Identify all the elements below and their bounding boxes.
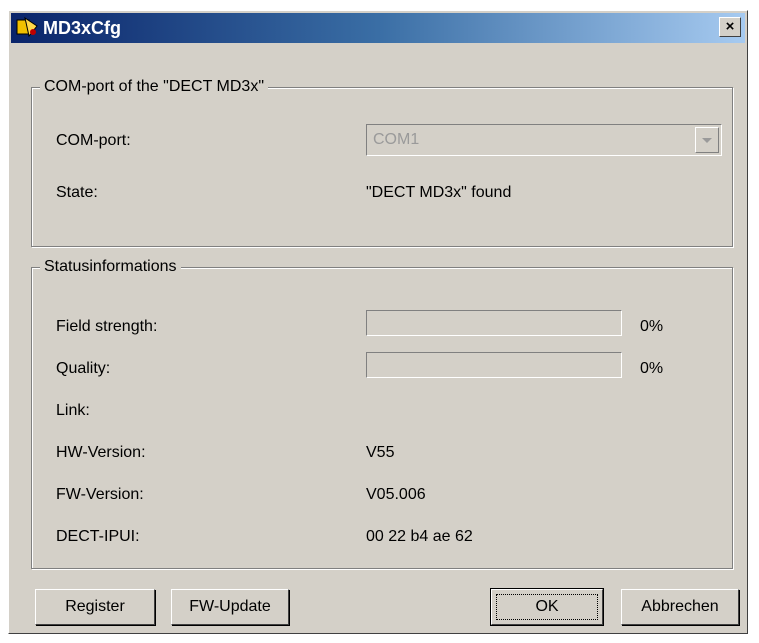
focus-rect xyxy=(496,594,598,620)
fw-update-button-label: FW-Update xyxy=(189,598,271,615)
register-button-label: Register xyxy=(65,598,125,615)
status-group: Statusinformations Field strength: 0% Qu… xyxy=(31,258,733,569)
cancel-button[interactable]: Abbrechen xyxy=(621,589,739,625)
title-bar[interactable]: MD3xCfg × xyxy=(11,13,745,43)
quality-bar xyxy=(366,352,622,378)
com-port-group: COM-port of the "DECT MD3x" COM-port: CO… xyxy=(31,78,733,247)
hw-version-value: V55 xyxy=(366,444,395,461)
link-label: Link: xyxy=(56,402,90,419)
com-port-value: COM1 xyxy=(373,131,420,148)
cancel-button-label: Abbrechen xyxy=(641,598,719,615)
com-port-label: COM-port: xyxy=(56,132,131,149)
ipui-label: DECT-IPUI: xyxy=(56,528,140,545)
com-port-select[interactable]: COM1 xyxy=(366,124,722,156)
field-strength-value: 0% xyxy=(640,318,664,335)
fw-version-label: FW-Version: xyxy=(56,486,144,503)
state-label: State: xyxy=(56,184,98,201)
field-strength-bar xyxy=(366,310,622,336)
close-icon: × xyxy=(725,18,735,35)
ok-button[interactable]: OK xyxy=(490,588,604,626)
com-port-group-title: COM-port of the "DECT MD3x" xyxy=(40,78,268,96)
chevron-down-icon[interactable] xyxy=(695,127,719,153)
dialog-window: MD3xCfg × COM-port of the "DECT MD3x" CO… xyxy=(8,10,748,634)
fw-version-value: V05.006 xyxy=(366,486,426,503)
status-group-title: Statusinformations xyxy=(40,258,181,276)
window-title: MD3xCfg xyxy=(43,18,122,38)
fw-update-button[interactable]: FW-Update xyxy=(171,589,289,625)
quality-value: 0% xyxy=(640,360,664,377)
ipui-value: 00 22 b4 ae 62 xyxy=(366,528,473,545)
quality-label: Quality: xyxy=(56,360,111,377)
hw-version-label: HW-Version: xyxy=(56,444,146,461)
field-strength-label: Field strength: xyxy=(56,318,158,335)
state-value: "DECT MD3x" found xyxy=(366,184,512,201)
register-button[interactable]: Register xyxy=(35,589,155,625)
close-button[interactable]: × xyxy=(719,17,741,37)
app-icon xyxy=(16,16,38,38)
